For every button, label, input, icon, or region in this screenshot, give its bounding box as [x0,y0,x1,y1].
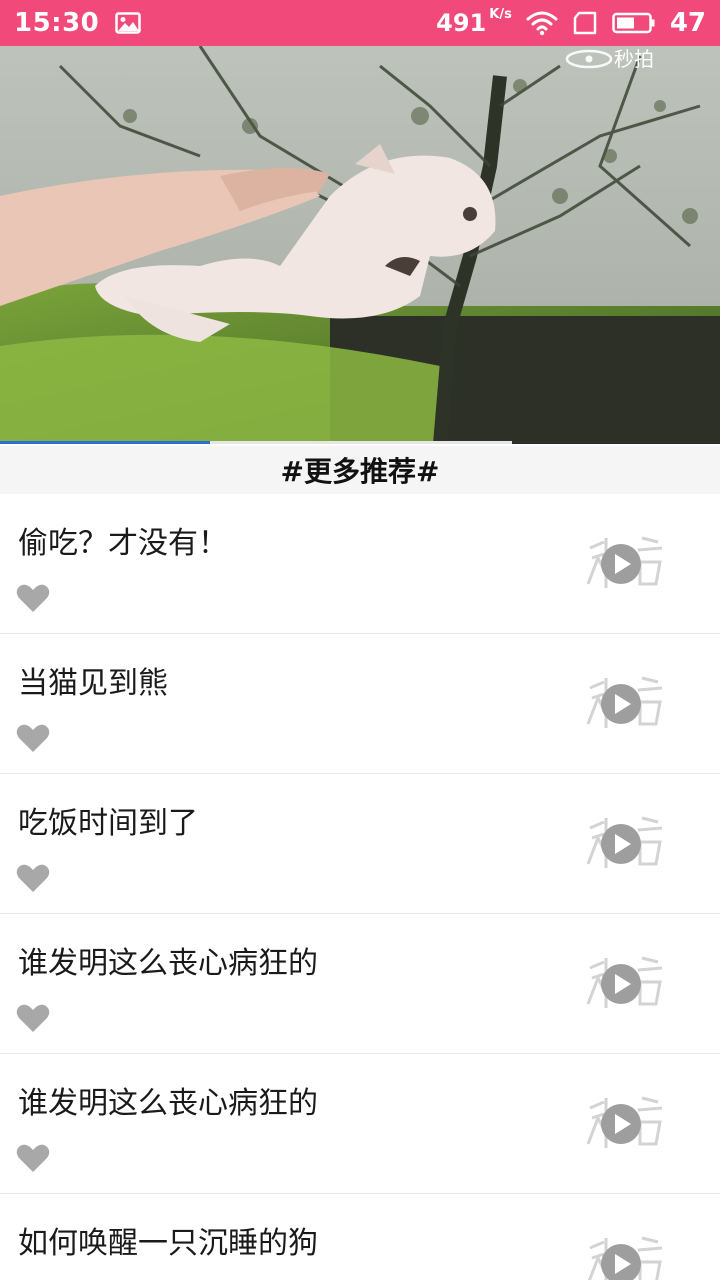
video-progress-fill [0,441,210,444]
network-speed-value: 491 [436,9,487,37]
video-thumbnail[interactable] [584,1088,664,1160]
video-thumbnail[interactable] [584,808,664,880]
list-item[interactable]: 如何唤醒一只沉睡的狗 [0,1194,720,1280]
list-item[interactable]: 吃饭时间到了 [0,774,720,914]
list-item[interactable]: 谁发明这么丧心病狂的 [0,1054,720,1194]
item-title: 谁发明这么丧心病狂的 [18,946,318,981]
wifi-icon [526,10,558,36]
video-player[interactable]: 秒拍 [0,46,720,444]
battery-level: 47 [669,8,706,38]
list-item[interactable]: 当猫见到熊 [0,634,720,774]
heart-icon[interactable] [16,1003,50,1033]
heart-icon[interactable] [16,863,50,893]
item-title: 当猫见到熊 [18,666,168,701]
heart-icon[interactable] [16,1143,50,1173]
video-thumbnail[interactable] [584,1228,664,1280]
watermark-text: 秒拍 [614,47,654,71]
item-title: 如何唤醒一只沉睡的狗 [18,1226,318,1261]
item-title: 谁发明这么丧心病狂的 [18,1086,318,1121]
video-thumbnail[interactable] [584,948,664,1020]
video-thumbnail[interactable] [584,528,664,600]
item-title: 偷吃？才没有！ [18,526,228,561]
video-frame: 秒拍 [0,46,720,444]
item-title: 吃饭时间到了 [18,806,198,841]
heart-icon[interactable] [16,583,50,613]
list-item[interactable]: 偷吃？才没有！ [0,494,720,634]
section-title: #更多推荐# [280,455,440,488]
list-item[interactable]: 谁发明这么丧心病狂的 [0,914,720,1054]
recommend-list: 偷吃？才没有！ 当猫见到熊 吃饭时间到了 谁发明这么丧心病狂的 谁发明这么丧心病… [0,494,720,1280]
heart-icon[interactable] [16,723,50,753]
status-right: 491 K/s 47 [436,7,706,38]
sim-icon [572,11,598,35]
status-left: 15:30 [14,8,142,38]
battery-icon [612,11,656,35]
section-header: #更多推荐# [0,446,720,494]
network-speed-unit: K/s [489,7,512,22]
video-thumbnail[interactable] [584,668,664,740]
status-time: 15:30 [14,8,100,38]
image-icon [115,12,142,34]
network-speed: 491 K/s [436,7,512,37]
status-bar: 15:30 491 K/s 47 [0,0,720,46]
